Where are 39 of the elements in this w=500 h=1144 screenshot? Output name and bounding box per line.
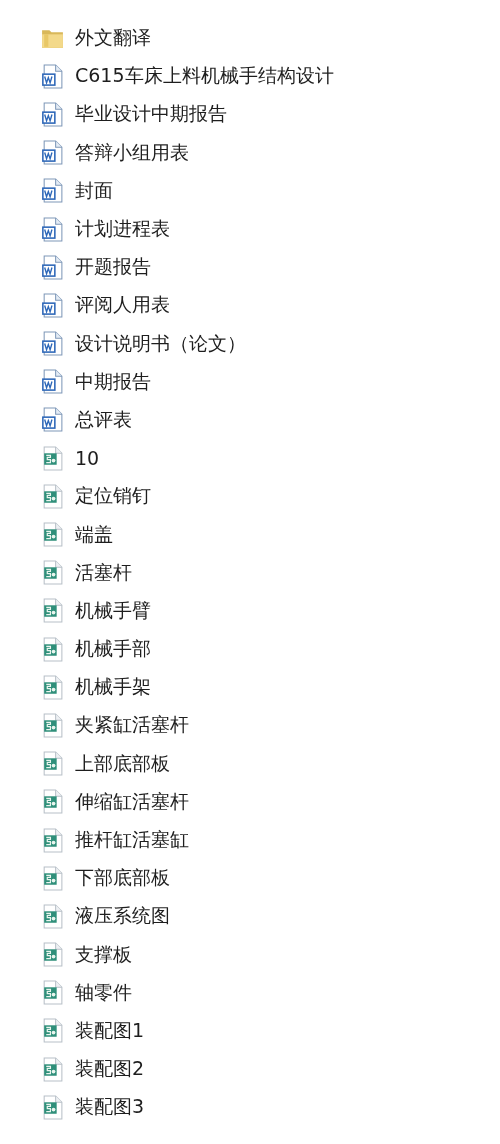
file-name[interactable]: 轴零件 <box>75 979 132 1006</box>
word-document-icon <box>40 407 65 433</box>
word-document-icon <box>40 178 65 204</box>
file-name[interactable]: 开题报告 <box>75 254 151 281</box>
file-name[interactable]: 定位销钉 <box>75 483 151 510</box>
file-name[interactable]: 评阅人用表 <box>75 292 170 319</box>
word-document-icon <box>40 63 65 89</box>
file-name[interactable]: 活塞杆 <box>75 559 132 586</box>
file-name[interactable]: 装配图2 <box>75 1056 145 1083</box>
file-name[interactable]: 推杆缸活塞缸 <box>75 827 189 854</box>
word-document-icon <box>40 292 65 318</box>
file-name[interactable]: 设计说明书（论文） <box>75 330 246 357</box>
word-document-icon <box>40 369 65 395</box>
file-name[interactable]: C615车床上料机械手结构设计 <box>75 63 334 90</box>
file-name[interactable]: 封面 <box>75 177 113 204</box>
file-name[interactable]: 答辩小组用表 <box>75 139 189 166</box>
word-document-icon <box>40 216 65 242</box>
file-name[interactable]: 外文翻译 <box>75 25 151 52</box>
word-document-icon <box>40 101 65 127</box>
file-name[interactable]: 下部底部板 <box>75 865 170 892</box>
file-name[interactable]: 装配图3 <box>75 1094 145 1121</box>
file-name[interactable]: 中期报告 <box>75 368 151 395</box>
file-name[interactable]: 端盖 <box>75 521 113 548</box>
file-name[interactable]: 伸缩缸活塞杆 <box>75 788 189 815</box>
word-document-icon <box>40 254 65 280</box>
file-name[interactable]: 机械手臂 <box>75 597 151 624</box>
file-name[interactable]: 装配图1 <box>75 1017 145 1044</box>
file-name[interactable]: 总评表 <box>75 406 132 433</box>
file-name[interactable]: 上部底部板 <box>75 750 170 777</box>
file-name[interactable]: 毕业设计中期报告 <box>75 101 227 128</box>
file-name[interactable]: 机械手部 <box>75 636 151 663</box>
file-name[interactable]: 10 <box>75 447 100 470</box>
file-name[interactable]: 支撑板 <box>75 941 132 968</box>
file-name[interactable]: 夹紧缸活塞杆 <box>75 712 189 739</box>
file-name[interactable]: 计划进程表 <box>75 216 170 243</box>
word-document-icon <box>40 331 65 357</box>
word-document-icon <box>40 140 65 166</box>
file-name[interactable]: 液压系统图 <box>75 903 170 930</box>
file-name[interactable]: 机械手架 <box>75 674 151 701</box>
